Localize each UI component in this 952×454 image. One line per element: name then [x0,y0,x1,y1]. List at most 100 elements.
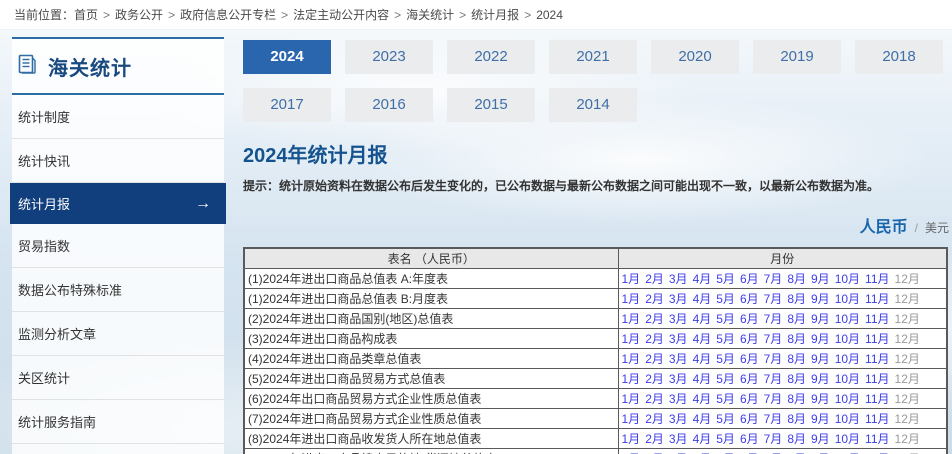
month-link-9月[interactable]: 9月 [811,390,830,407]
month-link-1月[interactable]: 1月 [622,410,641,427]
month-link-9月[interactable]: 9月 [811,290,830,307]
month-link-1月[interactable]: 1月 [622,390,641,407]
month-link-6月[interactable]: 6月 [740,330,759,347]
month-link-10月[interactable]: 10月 [835,330,860,347]
currency-rmb[interactable]: 人民币 [860,213,908,237]
month-link-4月[interactable]: 4月 [693,350,712,367]
month-link-8月[interactable]: 8月 [787,390,806,407]
month-link-11月[interactable]: 11月 [865,350,889,367]
month-link-8月[interactable]: 8月 [787,270,806,287]
month-link-10月[interactable]: 10月 [835,450,860,454]
year-tab-2022[interactable]: 2022 [447,40,535,74]
year-tab-2015[interactable]: 2015 [447,88,535,122]
month-link-3月[interactable]: 3月 [669,370,688,387]
year-tab-2017[interactable]: 2017 [243,88,331,122]
month-link-8月[interactable]: 8月 [787,450,806,454]
month-link-2月[interactable]: 2月 [645,310,664,327]
month-link-9月[interactable]: 9月 [811,410,830,427]
month-link-2月[interactable]: 2月 [645,330,664,347]
breadcrumb-item[interactable]: 统计月报 [471,6,519,23]
month-link-11月[interactable]: 11月 [865,390,889,407]
breadcrumb-item[interactable]: 政务公开 [115,6,163,23]
month-link-5月[interactable]: 5月 [716,270,735,287]
month-link-2月[interactable]: 2月 [645,270,664,287]
month-link-3月[interactable]: 3月 [669,430,688,447]
month-link-3月[interactable]: 3月 [669,410,688,427]
month-link-1月[interactable]: 1月 [622,430,641,447]
month-link-6月[interactable]: 6月 [740,290,759,307]
month-link-7月[interactable]: 7月 [764,430,783,447]
month-link-10月[interactable]: 10月 [835,390,860,407]
month-link-7月[interactable]: 7月 [764,450,783,454]
month-link-4月[interactable]: 4月 [693,430,712,447]
month-link-5月[interactable]: 5月 [716,330,735,347]
month-link-3月[interactable]: 3月 [669,390,688,407]
month-link-2月[interactable]: 2月 [645,390,664,407]
month-link-1月[interactable]: 1月 [622,290,641,307]
sidebar-item-关区统计[interactable]: 关区统计 [12,356,224,400]
month-link-8月[interactable]: 8月 [787,290,806,307]
year-tab-2019[interactable]: 2019 [753,40,841,74]
month-link-1月[interactable]: 1月 [622,270,641,287]
month-link-9月[interactable]: 9月 [811,270,830,287]
breadcrumb-item[interactable]: 首页 [74,6,98,23]
month-link-2月[interactable]: 2月 [645,370,664,387]
breadcrumb-item[interactable]: 法定主动公开内容 [293,6,389,23]
month-link-5月[interactable]: 5月 [716,370,735,387]
month-link-8月[interactable]: 8月 [787,350,806,367]
month-link-7月[interactable]: 7月 [764,270,783,287]
sidebar-item-数据公布特殊标准[interactable]: 数据公布特殊标准 [12,268,224,312]
month-link-4月[interactable]: 4月 [693,450,712,454]
month-link-11月[interactable]: 11月 [865,330,889,347]
month-link-3月[interactable]: 3月 [669,290,688,307]
month-link-1月[interactable]: 1月 [622,330,641,347]
year-tab-2021[interactable]: 2021 [549,40,637,74]
breadcrumb-item[interactable]: 2024 [536,8,563,22]
month-link-10月[interactable]: 10月 [835,270,860,287]
month-link-11月[interactable]: 11月 [865,370,889,387]
month-link-3月[interactable]: 3月 [669,330,688,347]
month-link-7月[interactable]: 7月 [764,350,783,367]
month-link-7月[interactable]: 7月 [764,390,783,407]
month-link-4月[interactable]: 4月 [693,330,712,347]
month-link-8月[interactable]: 8月 [787,410,806,427]
month-link-9月[interactable]: 9月 [811,430,830,447]
month-link-10月[interactable]: 10月 [835,290,860,307]
month-link-7月[interactable]: 7月 [764,330,783,347]
month-link-11月[interactable]: 11月 [865,450,889,454]
year-tab-2024[interactable]: 2024 [243,40,331,74]
month-link-11月[interactable]: 11月 [865,290,889,307]
month-link-6月[interactable]: 6月 [740,270,759,287]
month-link-10月[interactable]: 10月 [835,410,860,427]
month-link-8月[interactable]: 8月 [787,310,806,327]
month-link-1月[interactable]: 1月 [622,450,641,454]
month-link-8月[interactable]: 8月 [787,370,806,387]
month-link-4月[interactable]: 4月 [693,370,712,387]
month-link-11月[interactable]: 11月 [865,270,889,287]
month-link-7月[interactable]: 7月 [764,370,783,387]
sidebar-item-统计服务指南[interactable]: 统计服务指南 [12,400,224,444]
month-link-6月[interactable]: 6月 [740,310,759,327]
month-link-4月[interactable]: 4月 [693,410,712,427]
month-link-9月[interactable]: 9月 [811,330,830,347]
month-link-6月[interactable]: 6月 [740,350,759,367]
month-link-3月[interactable]: 3月 [669,310,688,327]
month-link-9月[interactable]: 9月 [811,370,830,387]
month-link-6月[interactable]: 6月 [740,430,759,447]
month-link-2月[interactable]: 2月 [645,450,664,454]
month-link-4月[interactable]: 4月 [693,270,712,287]
month-link-2月[interactable]: 2月 [645,410,664,427]
month-link-3月[interactable]: 3月 [669,350,688,367]
month-link-2月[interactable]: 2月 [645,290,664,307]
month-link-1月[interactable]: 1月 [622,370,641,387]
month-link-6月[interactable]: 6月 [740,410,759,427]
month-link-9月[interactable]: 9月 [811,450,830,454]
month-link-5月[interactable]: 5月 [716,350,735,367]
sidebar-item-监测分析文章[interactable]: 监测分析文章 [12,312,224,356]
month-link-5月[interactable]: 5月 [716,290,735,307]
month-link-2月[interactable]: 2月 [645,350,664,367]
breadcrumb-item[interactable]: 政府信息公开专栏 [180,6,276,23]
month-link-5月[interactable]: 5月 [716,310,735,327]
month-link-4月[interactable]: 4月 [693,290,712,307]
month-link-4月[interactable]: 4月 [693,390,712,407]
